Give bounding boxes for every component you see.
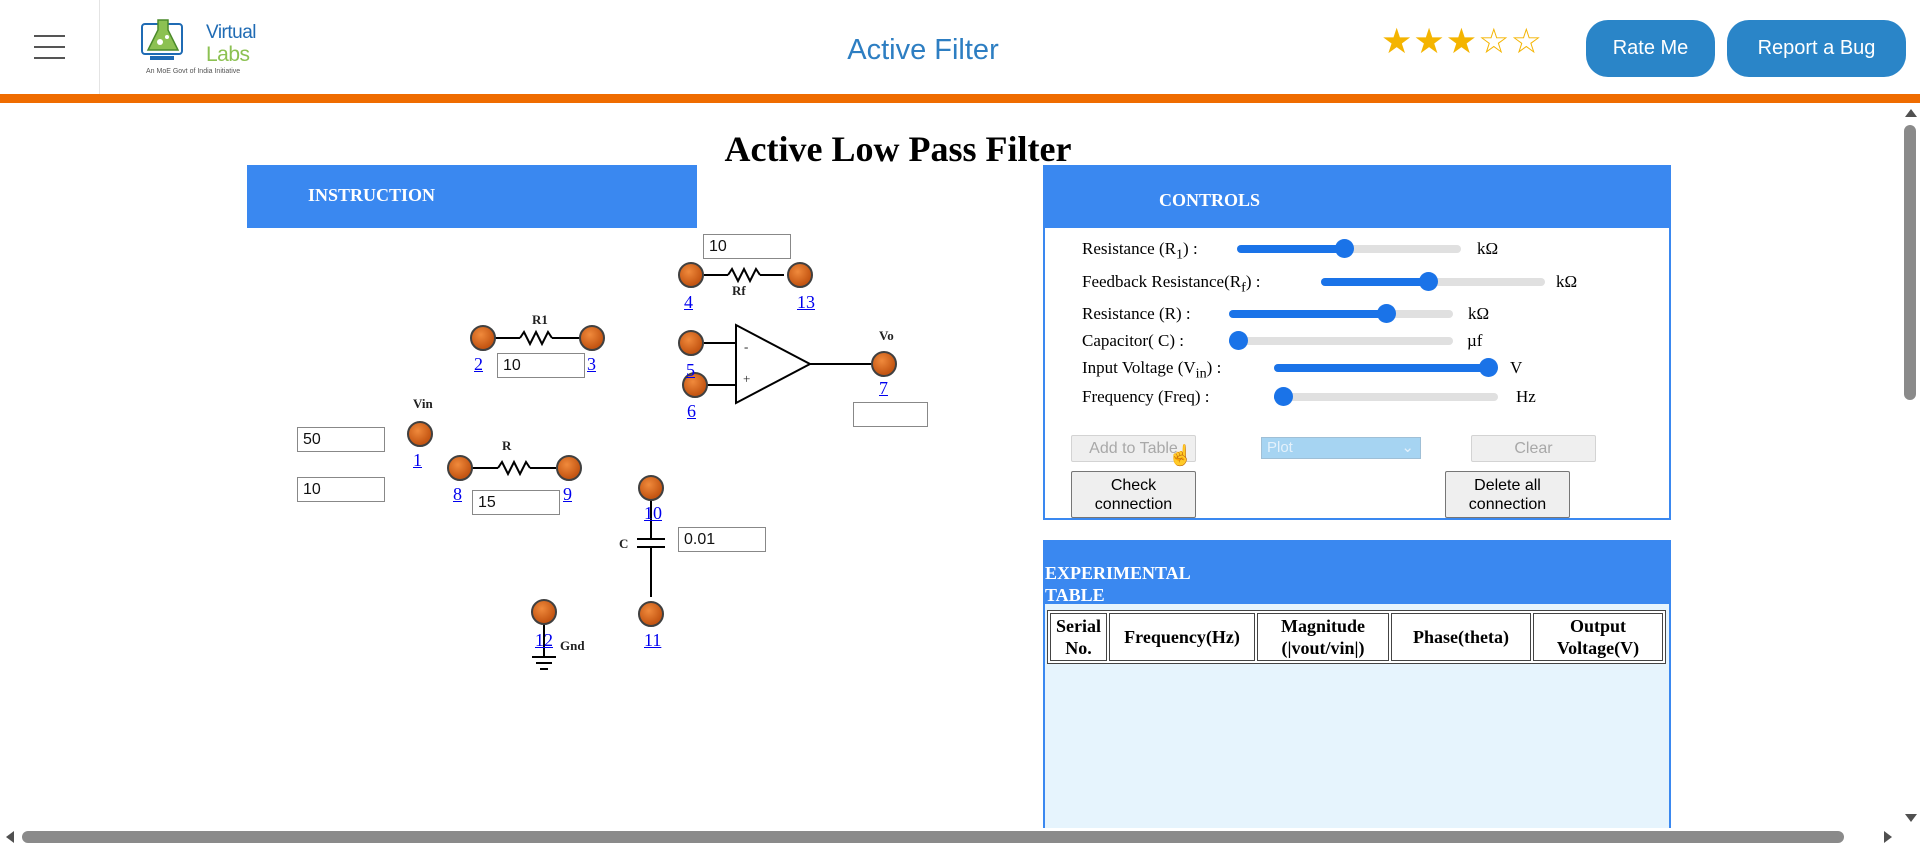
rf-label: Rf bbox=[732, 283, 746, 298]
star-rating[interactable]: ★★★☆☆ bbox=[1381, 22, 1543, 62]
r-value-field[interactable]: 15 bbox=[472, 490, 560, 515]
node-label-11[interactable]: 11 bbox=[644, 630, 661, 651]
gnd-label: Gnd bbox=[560, 638, 585, 653]
vin-slider[interactable] bbox=[1274, 358, 1498, 377]
horizontal-scroll-thumb[interactable] bbox=[22, 831, 1844, 843]
r-label: R bbox=[502, 438, 512, 453]
horizontal-scrollbar[interactable] bbox=[0, 828, 1920, 846]
node-11[interactable] bbox=[638, 601, 664, 627]
page-title: Active Filter bbox=[847, 34, 999, 66]
star-filled-icon[interactable]: ★ bbox=[1446, 22, 1478, 61]
rf-slider[interactable] bbox=[1321, 272, 1545, 291]
c-unit: µf bbox=[1467, 331, 1483, 350]
node-label-8[interactable]: 8 bbox=[453, 484, 462, 505]
rf-unit: kΩ bbox=[1556, 272, 1578, 291]
experimental-table-panel: EXPERIMENTAL TABLE Serial No. Frequency(Hz… bbox=[1043, 540, 1671, 828]
scroll-up-icon[interactable] bbox=[1905, 109, 1917, 117]
top-header: Virtual Labs An MoE Govt of India Initia… bbox=[0, 0, 1920, 94]
controls-heading: CONTROLS bbox=[1045, 167, 1669, 228]
node-label-7[interactable]: 7 bbox=[879, 378, 888, 399]
node-12[interactable] bbox=[531, 599, 557, 625]
plot-select[interactable]: Plot ⌄ bbox=[1261, 437, 1421, 459]
c-slider[interactable] bbox=[1229, 331, 1453, 350]
node-9[interactable] bbox=[556, 455, 582, 481]
clear-button[interactable]: Clear bbox=[1471, 435, 1596, 462]
scroll-down-icon[interactable] bbox=[1905, 814, 1917, 822]
column-output-voltage: Output Voltage(V) bbox=[1533, 613, 1663, 661]
node-label-13[interactable]: 13 bbox=[797, 292, 815, 313]
hand-cursor-icon: ☝ bbox=[1168, 445, 1193, 467]
vin-label: Vin bbox=[413, 396, 433, 411]
control-label-vin: Input Voltage (Vin) : bbox=[1082, 358, 1222, 382]
simulation-area: Active Low Pass Filter INSTRUCTION 2 3 4… bbox=[0, 103, 1900, 828]
node-label-5[interactable]: 5 bbox=[686, 360, 695, 381]
column-frequency: Frequency(Hz) bbox=[1109, 613, 1255, 661]
vo-label: Vo bbox=[879, 328, 894, 343]
circuit-diagram bbox=[470, 266, 872, 670]
node-1[interactable] bbox=[407, 421, 433, 447]
control-label-c: Capacitor( C) : bbox=[1082, 331, 1184, 350]
node-label-9[interactable]: 9 bbox=[563, 484, 572, 505]
experimental-table: Serial No. Frequency(Hz) Magnitude (|vout/… bbox=[1047, 610, 1666, 664]
logo-tagline: An MoE Govt of India Initiative bbox=[146, 68, 241, 75]
node-label-6[interactable]: 6 bbox=[687, 401, 696, 422]
node-label-1[interactable]: 1 bbox=[413, 450, 422, 471]
column-phase: Phase(theta) bbox=[1391, 613, 1531, 661]
node-label-2[interactable]: 2 bbox=[474, 354, 483, 375]
vin-unit: V bbox=[1510, 358, 1523, 377]
vertical-scrollbar[interactable] bbox=[1900, 103, 1920, 828]
r1-label: R1 bbox=[532, 312, 548, 327]
r1-unit: kΩ bbox=[1477, 239, 1499, 258]
c-label: C bbox=[619, 536, 629, 551]
controls-panel: CONTROLS Resistance (R1) : kΩ Feedback R… bbox=[1043, 165, 1671, 520]
rate-me-button[interactable]: Rate Me bbox=[1586, 20, 1715, 77]
rf-value-field[interactable]: 10 bbox=[703, 234, 791, 259]
scroll-right-icon[interactable] bbox=[1884, 831, 1892, 843]
frequency-value-field[interactable]: 10 bbox=[297, 477, 385, 502]
star-empty-icon[interactable]: ☆ bbox=[1511, 22, 1543, 61]
r1-value-field[interactable]: 10 bbox=[497, 353, 585, 378]
node-10[interactable] bbox=[638, 475, 664, 501]
c-value-field[interactable]: 0.01 bbox=[678, 527, 766, 552]
node-2[interactable] bbox=[470, 325, 496, 351]
chevron-down-icon: ⌄ bbox=[1401, 439, 1414, 456]
freq-unit: Hz bbox=[1516, 387, 1536, 406]
opamp-plus-label: + bbox=[743, 371, 751, 386]
node-label-12[interactable]: 12 bbox=[535, 630, 553, 651]
node-label-10[interactable]: 10 bbox=[644, 503, 662, 524]
node-label-3[interactable]: 3 bbox=[587, 354, 596, 375]
node-label-4[interactable]: 4 bbox=[684, 292, 693, 313]
vo-value-field[interactable] bbox=[853, 402, 928, 427]
control-label-rf: Feedback Resistance(Rf) : bbox=[1082, 272, 1261, 296]
vin-value-field[interactable]: 50 bbox=[297, 427, 385, 452]
node-13[interactable] bbox=[787, 262, 813, 288]
opamp-minus-label: - bbox=[744, 339, 749, 354]
header-divider bbox=[0, 94, 1920, 103]
node-5[interactable] bbox=[678, 330, 704, 356]
vertical-scroll-thumb[interactable] bbox=[1904, 125, 1916, 400]
experimental-table-heading: EXPERIMENTAL TABLE bbox=[1045, 542, 1669, 605]
star-filled-icon[interactable]: ★ bbox=[1413, 22, 1445, 61]
scroll-left-icon[interactable] bbox=[6, 831, 14, 843]
node-3[interactable] bbox=[579, 325, 605, 351]
check-connection-button[interactable]: Check connection bbox=[1071, 471, 1196, 518]
node-8[interactable] bbox=[447, 455, 473, 481]
r-slider[interactable] bbox=[1229, 304, 1453, 323]
r1-slider[interactable] bbox=[1237, 239, 1461, 258]
control-label-freq: Frequency (Freq) : bbox=[1082, 387, 1210, 406]
control-label-r1: Resistance (R1) : bbox=[1082, 239, 1198, 263]
node-7[interactable] bbox=[871, 351, 897, 377]
node-4[interactable] bbox=[678, 262, 704, 288]
star-filled-icon[interactable]: ★ bbox=[1381, 22, 1413, 61]
report-bug-button[interactable]: Report a Bug bbox=[1727, 20, 1906, 77]
r-unit: kΩ bbox=[1468, 304, 1490, 323]
control-label-r: Resistance (R) : bbox=[1082, 304, 1191, 323]
star-empty-icon[interactable]: ☆ bbox=[1478, 22, 1510, 61]
frequency-slider[interactable] bbox=[1274, 387, 1498, 406]
delete-all-connection-button[interactable]: Delete all connection bbox=[1445, 471, 1570, 518]
column-magnitude: Magnitude (|vout/vin|) bbox=[1257, 613, 1389, 661]
column-serial: Serial No. bbox=[1050, 613, 1107, 661]
